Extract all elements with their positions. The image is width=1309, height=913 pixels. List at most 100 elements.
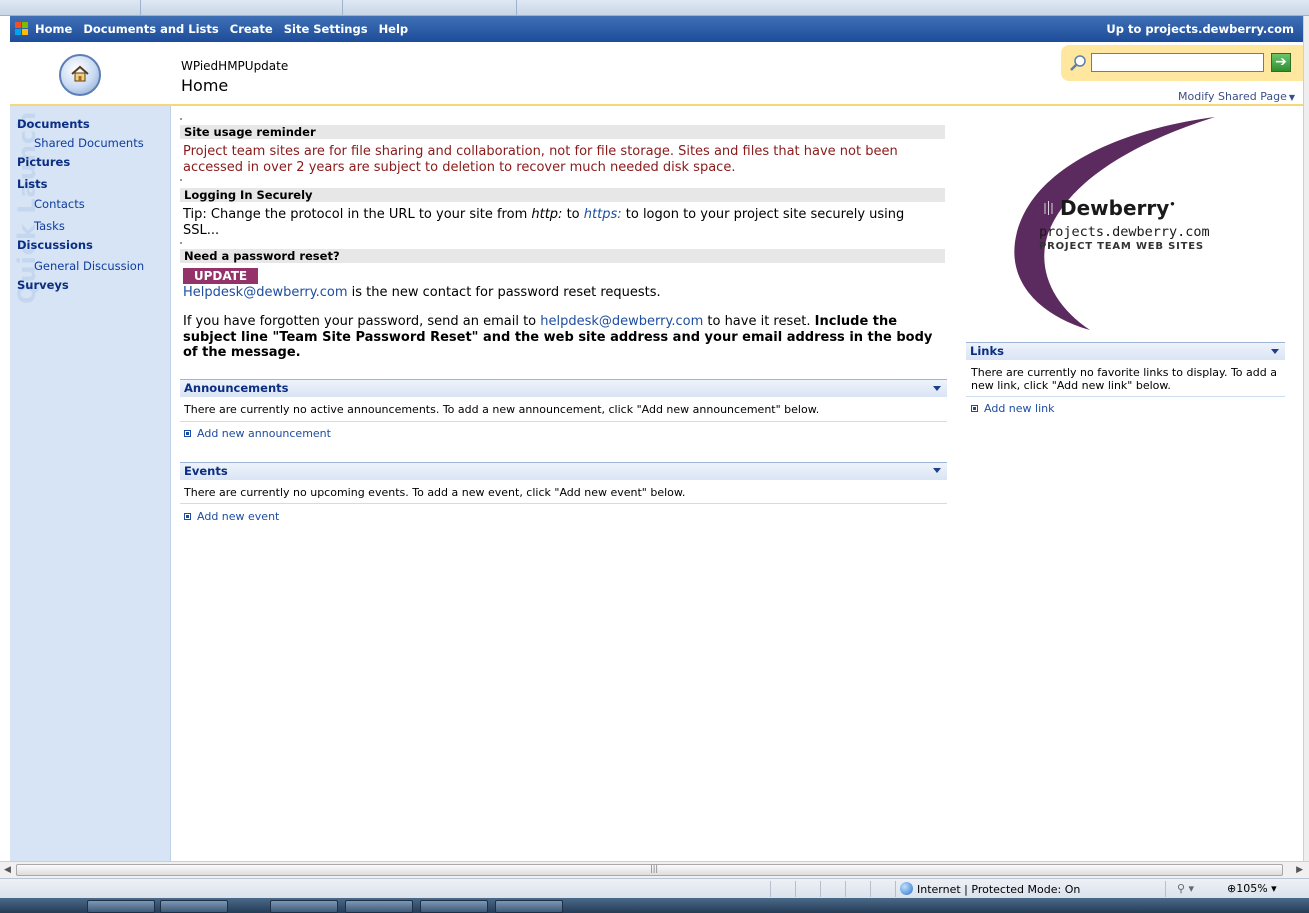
add-new-event-link[interactable]: Add new event	[184, 510, 279, 523]
ql-lists[interactable]: Lists	[17, 177, 47, 191]
search-area: ➔	[1061, 45, 1303, 81]
add-item-icon	[184, 430, 191, 437]
links-title: Links	[970, 344, 1004, 358]
ql-discussions[interactable]: Discussions	[17, 238, 93, 252]
quick-launch-panel: Quick Launch Documents Shared Documents …	[10, 106, 171, 861]
status-separator	[895, 881, 896, 897]
nav-create[interactable]: Create	[230, 22, 273, 36]
tab-divider	[140, 0, 141, 16]
nav-help[interactable]: Help	[379, 22, 409, 36]
horizontal-scrollbar[interactable]: ◀ ||| ▶	[0, 861, 1309, 878]
webpart-divider	[180, 503, 947, 504]
secure-text-part: to	[562, 207, 584, 222]
events-webpart-title[interactable]: Events	[180, 462, 947, 480]
scroll-left-icon[interactable]: ◀	[4, 865, 11, 875]
links-menu-icon[interactable]	[1271, 349, 1279, 354]
globe-icon	[900, 882, 913, 895]
reminder-title: Site usage reminder	[180, 125, 945, 139]
announcements-title: Announcements	[184, 381, 289, 395]
status-separator	[795, 881, 796, 897]
ql-documents[interactable]: Documents	[17, 117, 90, 131]
taskbar-button[interactable]	[270, 900, 338, 913]
ql-pictures[interactable]: Pictures	[17, 155, 70, 169]
add-new-link-link[interactable]: Add new link	[971, 402, 1054, 415]
browser-top-strip	[0, 0, 1309, 16]
events-menu-icon[interactable]	[933, 468, 941, 473]
up-to-parent-link[interactable]: Up to projects.dewberry.com	[1106, 22, 1294, 36]
ql-contacts[interactable]: Contacts	[34, 197, 85, 211]
taskbar-button[interactable]	[495, 900, 563, 913]
nav-home[interactable]: Home	[35, 22, 72, 36]
modify-shared-page-label: Modify Shared Page	[1178, 90, 1287, 103]
taskbar-button[interactable]	[420, 900, 488, 913]
forgot-password-text: If you have forgotten your password, sen…	[183, 314, 945, 361]
announcements-empty-text: There are currently no active announceme…	[184, 403, 820, 416]
modify-shared-page-menu[interactable]: Modify Shared Page ▼	[1178, 90, 1295, 103]
forgot-text-part: to have it reset.	[703, 314, 815, 329]
security-zone-label: Internet | Protected Mode: On	[917, 883, 1081, 896]
nav-site-settings[interactable]: Site Settings	[284, 22, 368, 36]
dewberry-brand-text: Dewberry	[1060, 196, 1170, 220]
http-text: http:	[531, 207, 563, 222]
ql-general-discussion[interactable]: General Discussion	[34, 259, 144, 273]
update-badge: UPDATE	[183, 268, 258, 284]
spacer-mark	[180, 118, 183, 121]
zoom-level: 105%	[1236, 882, 1268, 895]
dewberry-logo-swoosh	[1014, 117, 1215, 330]
taskbar-button[interactable]	[345, 900, 413, 913]
tab-divider	[516, 0, 517, 16]
add-new-announcement-link[interactable]: Add new announcement	[184, 427, 331, 440]
add-new-link-label: Add new link	[984, 402, 1055, 415]
page-header: WPiedHMPUpdate Home ➔ Modify Shared Page…	[10, 42, 1303, 104]
tab-divider	[342, 0, 343, 16]
ql-tasks[interactable]: Tasks	[34, 219, 65, 233]
spacer-mark	[180, 179, 183, 182]
secure-text-part: Tip: Change the protocol in the URL to y…	[183, 207, 532, 222]
taskbar-button[interactable]	[87, 900, 155, 913]
webpart-divider	[966, 396, 1285, 397]
header-divider	[10, 104, 1303, 106]
dewberry-tagline: PROJECT TEAM WEB SITES	[1039, 241, 1204, 252]
webpart-divider	[180, 421, 947, 422]
https-text: https:	[583, 207, 622, 222]
forgot-text-part: If you have forgotten your password, sen…	[183, 314, 541, 329]
reminder-text: Project team sites are for file sharing …	[183, 144, 898, 175]
scroll-right-icon[interactable]: ▶	[1296, 865, 1303, 875]
status-separator	[845, 881, 846, 897]
add-new-announcement-label: Add new announcement	[197, 427, 331, 440]
zoom-icon: ⊕	[1227, 882, 1237, 895]
top-navigation-bar: Home Documents and Lists Create Site Set…	[10, 16, 1303, 42]
scroll-grip-icon: |||	[650, 864, 659, 873]
secure-text: Tip: Change the protocol in the URL to y…	[183, 207, 943, 238]
helpdesk-text: is the new contact for password reset re…	[347, 285, 661, 300]
search-go-button[interactable]: ➔	[1271, 53, 1291, 72]
nav-documents-and-lists[interactable]: Documents and Lists	[83, 22, 218, 36]
announcements-webpart-title[interactable]: Announcements	[180, 379, 947, 397]
site-title[interactable]: WPiedHMPUpdate	[181, 59, 288, 73]
nav-links: Home Documents and Lists Create Site Set…	[35, 22, 415, 36]
add-new-event-label: Add new event	[197, 510, 280, 523]
announcements-menu-icon[interactable]	[933, 386, 941, 391]
helpdesk-email-link[interactable]: helpdesk@dewberry.com	[540, 314, 703, 329]
vertical-scrollbar[interactable]	[1303, 16, 1309, 861]
events-title: Events	[184, 464, 228, 478]
add-item-icon	[184, 513, 191, 520]
ql-shared-documents[interactable]: Shared Documents	[34, 136, 144, 150]
browser-status-bar: Internet | Protected Mode: On ⚲ ▾ ⊕105% …	[0, 878, 1309, 898]
dewberry-brand-name: Dewberry•	[1060, 196, 1176, 220]
dewberry-berry-icon	[1043, 201, 1054, 215]
chevron-down-icon: ▼	[1288, 93, 1295, 102]
ql-surveys[interactable]: Surveys	[17, 278, 69, 292]
add-item-icon	[971, 405, 978, 412]
site-home-icon[interactable]	[59, 54, 101, 96]
status-separator	[870, 881, 871, 897]
links-webpart-title[interactable]: Links	[966, 342, 1285, 360]
zoom-control[interactable]: ⊕105% ▾	[1227, 882, 1277, 895]
status-separator	[770, 881, 771, 897]
search-input[interactable]	[1091, 53, 1264, 72]
taskbar-button[interactable]	[160, 900, 228, 913]
helpdesk-link[interactable]: Helpdesk@dewberry.com	[183, 285, 348, 300]
security-zone[interactable]: Internet | Protected Mode: On	[900, 882, 1080, 896]
protected-mode-icon[interactable]: ⚲ ▾	[1177, 882, 1194, 895]
events-empty-text: There are currently no upcoming events. …	[184, 486, 686, 499]
